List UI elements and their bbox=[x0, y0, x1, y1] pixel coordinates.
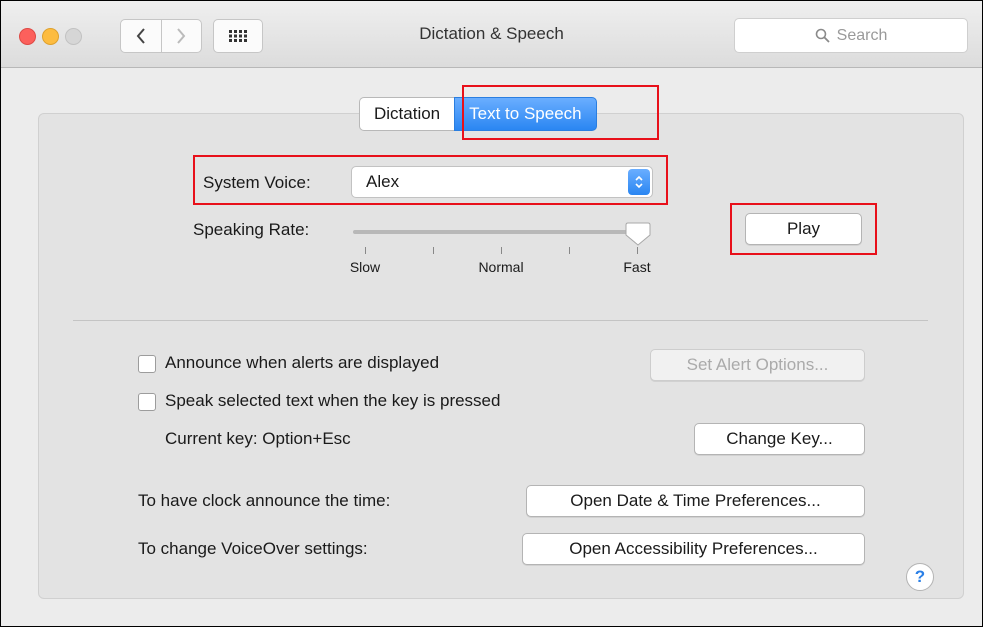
open-accessibility-preferences-button[interactable]: Open Accessibility Preferences... bbox=[522, 533, 865, 565]
clock-label: To have clock announce the time: bbox=[138, 491, 391, 510]
tick-label-normal: Normal bbox=[478, 259, 524, 275]
speak-selected-label: Speak selected text when the key is pres… bbox=[165, 391, 501, 410]
tick-label-fast: Fast bbox=[623, 259, 651, 275]
speak-selected-checkbox[interactable] bbox=[138, 393, 156, 411]
highlight-tab-box bbox=[462, 85, 659, 140]
open-date-time-preferences-button[interactable]: Open Date & Time Preferences... bbox=[526, 485, 865, 517]
tick-label-slow: Slow bbox=[349, 259, 381, 275]
slider-tick bbox=[569, 247, 570, 254]
highlight-voice-box bbox=[193, 155, 668, 205]
preferences-window: Dictation & Speech Search Dictation Text… bbox=[0, 0, 983, 627]
search-icon bbox=[815, 28, 830, 43]
speaking-rate-slider-thumb[interactable] bbox=[625, 221, 651, 247]
help-button[interactable]: ? bbox=[906, 563, 934, 591]
voiceover-label: To change VoiceOver settings: bbox=[138, 539, 368, 558]
set-alert-options-button[interactable]: Set Alert Options... bbox=[650, 349, 865, 381]
tab-dictation[interactable]: Dictation bbox=[359, 97, 455, 131]
slider-tick bbox=[365, 247, 366, 254]
search-field[interactable]: Search bbox=[734, 18, 968, 53]
slider-tick bbox=[501, 247, 502, 254]
announce-alerts-label: Announce when alerts are displayed bbox=[165, 353, 440, 372]
current-key-label: Current key: Option+Esc bbox=[165, 429, 351, 448]
slider-tick bbox=[637, 247, 638, 254]
change-key-button[interactable]: Change Key... bbox=[694, 423, 865, 455]
slider-tick bbox=[433, 247, 434, 254]
highlight-play-box bbox=[730, 203, 877, 255]
section-divider bbox=[73, 320, 928, 321]
search-placeholder: Search bbox=[836, 26, 888, 44]
speaking-rate-slider-track[interactable] bbox=[353, 230, 637, 234]
announce-alerts-checkbox[interactable] bbox=[138, 355, 156, 373]
speaking-rate-label: Speaking Rate: bbox=[193, 220, 310, 239]
title-bar: Dictation & Speech Search bbox=[1, 1, 982, 68]
